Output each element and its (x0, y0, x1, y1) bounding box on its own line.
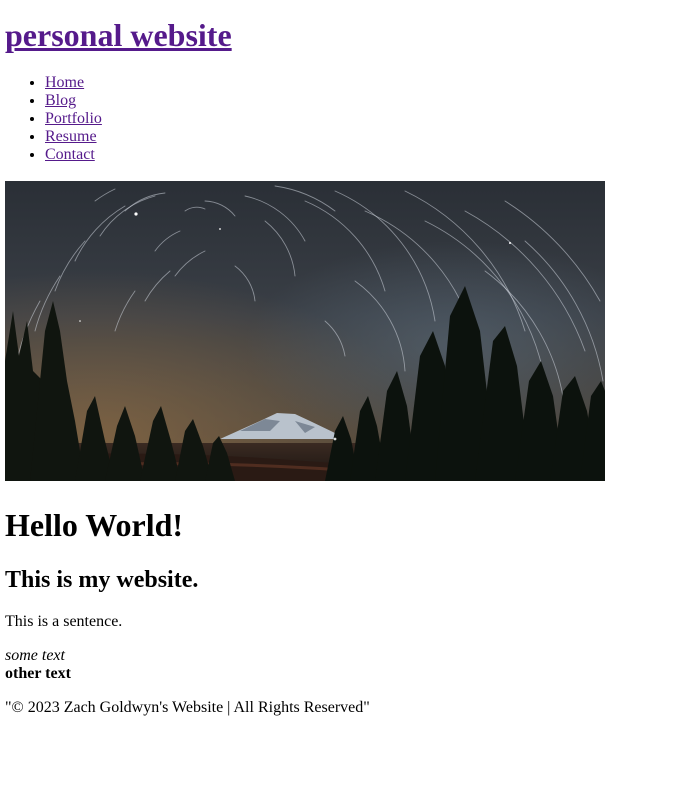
main-nav: Home Blog Portfolio Resume Contact (5, 74, 102, 164)
nav-link-blog[interactable]: Blog (45, 92, 76, 109)
main-subheading: This is my website. (5, 567, 199, 593)
site-title: personal website (5, 13, 232, 57)
bold-text: other text (5, 665, 71, 682)
main-heading: Hello World! (5, 507, 184, 543)
italic-text: some text (5, 647, 65, 664)
page: personal website Home Blog Portfolio Res… (0, 0, 697, 792)
main-paragraph: This is a sentence. (5, 613, 123, 630)
nav-item-home: Home (45, 74, 102, 92)
nav-item-portfolio: Portfolio (45, 110, 102, 128)
nav-link-contact[interactable]: Contact (45, 146, 95, 163)
nav-link-resume[interactable]: Resume (45, 128, 97, 145)
footer-text: "© 2023 Zach Goldwyn's Website | All Rig… (5, 699, 370, 716)
nav-link-home[interactable]: Home (45, 74, 84, 91)
hero-image (5, 181, 605, 481)
nav-link-portfolio[interactable]: Portfolio (45, 110, 102, 127)
nav-item-contact: Contact (45, 146, 102, 164)
nav-item-blog: Blog (45, 92, 102, 110)
nav-item-resume: Resume (45, 128, 102, 146)
site-title-link[interactable]: personal website (5, 17, 232, 53)
